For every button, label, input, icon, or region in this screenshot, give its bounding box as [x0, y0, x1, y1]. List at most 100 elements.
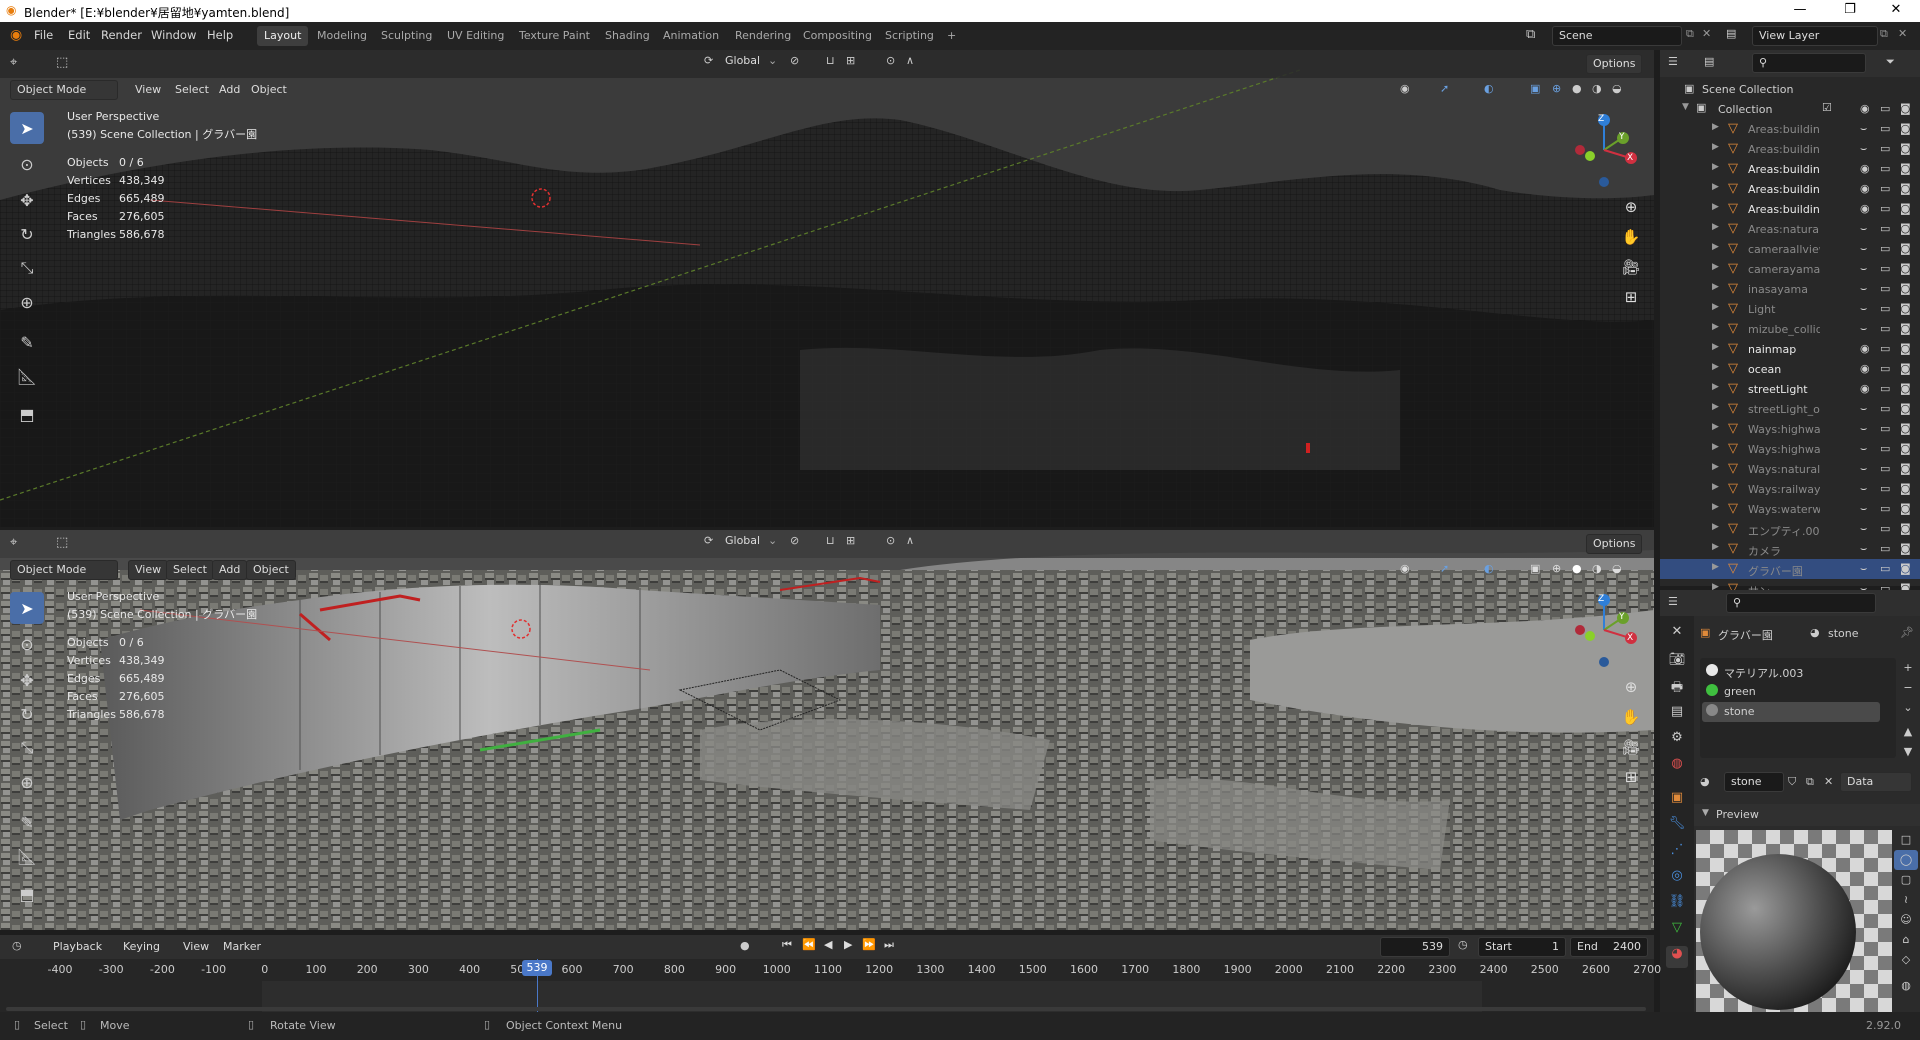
- eye-closed-icon[interactable]: ⌣: [1860, 562, 1867, 576]
- record-icon[interactable]: ●: [740, 939, 750, 952]
- monitor-icon[interactable]: ▭: [1880, 122, 1890, 135]
- end-frame-field[interactable]: End 2400: [1570, 937, 1648, 957]
- outliner-item[interactable]: ▶ ▽ streetLight_op ⌣ ▭ ◙: [1660, 399, 1920, 419]
- snap-target-icon[interactable]: ⊞: [846, 534, 855, 547]
- camera-icon[interactable]: ◙: [1900, 422, 1911, 435]
- menu-playback[interactable]: Playback: [48, 937, 107, 957]
- proportional-edit-icon[interactable]: ⊙: [886, 54, 895, 67]
- monitor-icon[interactable]: ▭: [1880, 422, 1890, 435]
- eye-icon[interactable]: ◉: [1860, 362, 1870, 375]
- rendered-shading-icon[interactable]: ◒: [1612, 562, 1622, 575]
- camera-icon[interactable]: ◙: [1900, 142, 1911, 155]
- expand-arrow-icon[interactable]: ▶: [1712, 162, 1719, 172]
- expand-arrow-icon[interactable]: ▶: [1712, 362, 1719, 372]
- outliner-item[interactable]: ▶ ▽ streetLight ◉ ▭ ◙: [1660, 379, 1920, 399]
- monitor-icon[interactable]: ▭: [1880, 202, 1890, 215]
- outliner-item[interactable]: ▶ ▽ Areas:natural ⌣ ▭ ◙: [1660, 219, 1920, 239]
- eye-icon[interactable]: ◉: [1860, 382, 1870, 395]
- camera-view-icon[interactable]: 🎥︎: [1618, 734, 1644, 760]
- preview-range-icon[interactable]: ◷: [1458, 938, 1468, 951]
- camera-icon[interactable]: ◙: [1900, 122, 1911, 135]
- monkey-preview-icon[interactable]: ☺: [1894, 910, 1918, 930]
- wireframe-shading-icon[interactable]: ⊕: [1552, 82, 1561, 95]
- monitor-icon[interactable]: ▭: [1880, 342, 1890, 355]
- add-cube-tool-icon[interactable]: ⬒: [10, 398, 44, 430]
- view-layer-tab-icon[interactable]: ▤: [1666, 704, 1688, 726]
- menu-select[interactable]: Select: [170, 80, 214, 100]
- transform-tool-icon[interactable]: ⊕: [10, 766, 44, 798]
- outliner-item[interactable]: ▶ ▽ camerayamat ⌣ ▭ ◙: [1660, 259, 1920, 279]
- zoom-icon[interactable]: ⊕: [1618, 194, 1644, 220]
- solid-shading-icon[interactable]: ●: [1572, 562, 1582, 575]
- gizmo-toggle-icon[interactable]: ➚: [1440, 82, 1449, 95]
- new-view-layer-icon[interactable]: ⧉: [1880, 27, 1888, 41]
- options-dropdown[interactable]: Options: [1586, 54, 1643, 74]
- menu-object[interactable]: Object: [246, 560, 296, 580]
- eye-icon[interactable]: ◉: [1860, 202, 1870, 215]
- eye-closed-icon[interactable]: ⌣: [1860, 422, 1867, 436]
- hair-preview-icon[interactable]: ≀: [1894, 890, 1918, 910]
- eye-closed-icon[interactable]: ⌣: [1860, 442, 1867, 456]
- mode-dropdown[interactable]: Object Mode: [10, 80, 118, 100]
- measure-tool-icon[interactable]: 📐︎: [10, 840, 44, 872]
- prev-keyframe-icon[interactable]: ⏪: [802, 938, 816, 951]
- tab-compositing[interactable]: Compositing: [796, 26, 879, 46]
- camera-icon[interactable]: ◙: [1900, 382, 1911, 395]
- outliner-item[interactable]: ▶ ▽ カメラ ⌣ ▭ ◙: [1660, 539, 1920, 559]
- expand-arrow-icon[interactable]: ▶: [1712, 242, 1719, 252]
- properties-search-input[interactable]: ⚲: [1726, 593, 1876, 613]
- camera-icon[interactable]: ◙: [1900, 302, 1911, 315]
- editor-type-icon[interactable]: ☰: [1668, 55, 1678, 68]
- outliner-item[interactable]: ▶ ▽ Areas:building ⌣ ▭ ◙: [1660, 119, 1920, 139]
- eye-closed-icon[interactable]: ⌣: [1860, 122, 1867, 136]
- eye-closed-icon[interactable]: ⌣: [1860, 522, 1867, 536]
- tab-shading[interactable]: Shading: [598, 26, 657, 46]
- camera-icon[interactable]: ◙: [1900, 262, 1911, 275]
- eye-closed-icon[interactable]: ⌣: [1860, 402, 1867, 416]
- camera-icon[interactable]: ◙: [1900, 322, 1911, 335]
- expand-arrow-icon[interactable]: ▶: [1712, 122, 1719, 132]
- eye-closed-icon[interactable]: ⌣: [1860, 502, 1867, 516]
- eye-closed-icon[interactable]: ⌣: [1860, 282, 1867, 296]
- outliner-item[interactable]: ▶ ▽ Areas:building ◉ ▭ ◙: [1660, 199, 1920, 219]
- scale-tool-icon[interactable]: ⤡: [10, 252, 44, 284]
- camera-icon[interactable]: ◙: [1900, 542, 1911, 555]
- jump-start-icon[interactable]: ⏮: [782, 938, 792, 952]
- expand-arrow-icon[interactable]: ▶: [1712, 542, 1719, 552]
- monitor-icon[interactable]: ▭: [1880, 282, 1890, 295]
- display-mode-icon[interactable]: ▤: [1704, 55, 1714, 68]
- outliner-item[interactable]: ▶ ▽ mizube_collid ⌣ ▭ ◙: [1660, 319, 1920, 339]
- menu-view[interactable]: View: [128, 560, 169, 580]
- eye-closed-icon[interactable]: ⌣: [1860, 222, 1867, 236]
- expand-arrow-icon[interactable]: ▶: [1712, 202, 1719, 212]
- material-name-field[interactable]: stone: [1724, 772, 1784, 792]
- camera-icon[interactable]: ◙: [1900, 242, 1911, 255]
- mode-dropdown[interactable]: Object Mode: [10, 560, 118, 580]
- constraints-tab-icon[interactable]: ⛓: [1666, 894, 1688, 916]
- tab-layout[interactable]: Layout: [257, 26, 309, 46]
- remove-slot-icon[interactable]: −: [1898, 678, 1918, 698]
- camera-icon[interactable]: ◙: [1900, 222, 1911, 235]
- outliner-item[interactable]: ▶ ▽ nainmap ◉ ▭ ◙: [1660, 339, 1920, 359]
- menu-render[interactable]: Render: [101, 28, 142, 42]
- monitor-icon[interactable]: ▭: [1880, 162, 1890, 175]
- preview-panel-header[interactable]: ▼ Preview: [1694, 804, 1920, 826]
- annotate-tool-icon[interactable]: ✎: [10, 326, 44, 358]
- view-layer-field[interactable]: View Layer: [1752, 26, 1878, 46]
- tab-uv-editing[interactable]: UV Editing: [440, 26, 511, 46]
- camera-icon[interactable]: ◙: [1900, 342, 1911, 355]
- menu-view[interactable]: View: [178, 937, 214, 957]
- monitor-icon[interactable]: ▭: [1880, 262, 1890, 275]
- cube-preview-icon[interactable]: ▢: [1894, 870, 1918, 890]
- monitor-icon[interactable]: ▭: [1880, 442, 1890, 455]
- expand-arrow-icon[interactable]: ▶: [1712, 142, 1719, 152]
- pin-icon[interactable]: 📌︎: [1900, 626, 1914, 639]
- menu-window[interactable]: Window: [151, 28, 196, 42]
- scale-tool-icon[interactable]: ⤡: [10, 732, 44, 764]
- eye-closed-icon[interactable]: ⌣: [1860, 482, 1867, 496]
- wireframe-shading-icon[interactable]: ⊕: [1552, 562, 1561, 575]
- filter-icon[interactable]: ⏷: [1886, 55, 1895, 69]
- eye-closed-icon[interactable]: ⌣: [1860, 302, 1867, 316]
- visibility-icon[interactable]: ◉: [1400, 562, 1410, 575]
- camera-icon[interactable]: ◙: [1900, 282, 1911, 295]
